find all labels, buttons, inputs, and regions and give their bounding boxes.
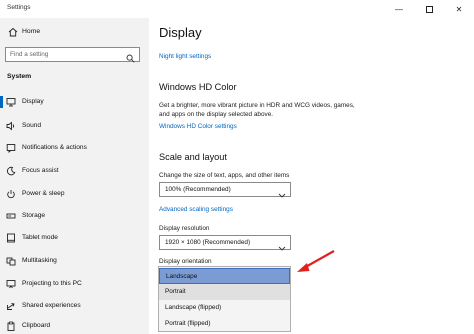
orientation-option-portrait[interactable]: Portrait (159, 284, 290, 300)
clipboard-icon (6, 321, 16, 331)
sidebar-item-label: Clipboard (22, 322, 51, 329)
orientation-option-label: Portrait (flipped) (165, 320, 211, 327)
window-title: Settings (7, 4, 31, 11)
page-title: Display (159, 25, 202, 40)
sidebar-item-storage[interactable]: Storage (0, 206, 149, 226)
sidebar-item-tablet-mode[interactable]: Tablet mode (0, 228, 149, 248)
resolution-dropdown[interactable]: 1920 × 1080 (Recommended) (159, 235, 291, 251)
moon-icon (6, 166, 16, 176)
sidebar-item-label: Storage (22, 212, 46, 219)
scale-dropdown-value: 100% (Recommended) (165, 186, 231, 193)
hd-color-settings-link[interactable]: Windows HD Color settings (159, 123, 237, 130)
sidebar-item-display[interactable]: Display (0, 92, 149, 112)
sidebar-item-sound[interactable]: Sound (0, 116, 149, 136)
sidebar-item-label: Display (22, 98, 44, 105)
close-icon: ✕ (455, 4, 463, 14)
tablet-icon (6, 233, 16, 243)
sidebar-item-projecting[interactable]: Projecting to this PC (0, 274, 149, 294)
resolution-dropdown-value: 1920 × 1080 (Recommended) (165, 239, 251, 246)
orientation-option-landscape-flipped[interactable]: Landscape (flipped) (159, 300, 290, 316)
annotation-arrow-icon (297, 250, 335, 272)
sidebar-item-focus-assist[interactable]: Focus assist (0, 161, 149, 181)
resolution-label: Display resolution (159, 225, 210, 232)
chevron-down-icon (278, 239, 286, 251)
sidebar-home[interactable]: Home (0, 25, 149, 39)
sidebar-section-title: System (7, 73, 32, 80)
speaker-icon (6, 121, 16, 131)
sidebar-item-power-sleep[interactable]: Power & sleep (0, 184, 149, 204)
sidebar-item-label: Sound (22, 122, 42, 129)
notification-icon (6, 143, 16, 153)
sidebar-item-label: Focus assist (22, 167, 59, 174)
storage-icon (6, 211, 16, 221)
home-icon (8, 27, 18, 37)
monitor-icon (6, 97, 16, 107)
sidebar-item-label: Power & sleep (22, 190, 65, 197)
orientation-option-portrait-flipped[interactable]: Portrait (flipped) (159, 316, 290, 332)
sidebar-item-label: Shared experiences (22, 302, 81, 309)
minimize-icon: — (395, 4, 403, 14)
section-heading-scale-layout: Scale and layout (159, 152, 227, 162)
orientation-option-label: Landscape (flipped) (165, 304, 222, 311)
search-input[interactable]: Find a setting (5, 47, 140, 63)
sidebar: Home Find a setting System Display Sound… (0, 18, 149, 334)
scale-dropdown[interactable]: 100% (Recommended) (159, 182, 291, 198)
sidebar-item-clipboard[interactable]: Clipboard (0, 316, 149, 334)
maximize-button[interactable] (418, 0, 440, 18)
size-label: Change the size of text, apps, and other… (159, 172, 290, 179)
sidebar-item-notifications[interactable]: Notifications & actions (0, 138, 149, 158)
search-icon[interactable] (126, 50, 135, 63)
section-heading-hd-color: Windows HD Color (159, 82, 237, 92)
orientation-option-landscape[interactable]: Landscape (159, 268, 290, 284)
multitasking-icon (6, 256, 16, 266)
sidebar-item-shared-experiences[interactable]: Shared experiences (0, 296, 149, 316)
sidebar-item-label: Tablet mode (22, 234, 58, 241)
sidebar-item-multitasking[interactable]: Multitasking (0, 251, 149, 271)
sidebar-item-label: Notifications & actions (22, 144, 87, 151)
maximize-icon (425, 5, 433, 13)
chevron-down-icon (278, 186, 286, 198)
night-light-settings-link[interactable]: Night light settings (159, 53, 211, 60)
shared-experiences-icon (6, 301, 16, 311)
active-indicator (0, 96, 3, 108)
advanced-scaling-link[interactable]: Advanced scaling settings (159, 206, 233, 213)
orientation-dropdown-list[interactable]: Landscape Portrait Landscape (flipped) P… (158, 266, 291, 332)
sidebar-item-label: Projecting to this PC (22, 280, 82, 287)
search-placeholder: Find a setting (10, 51, 49, 58)
hd-color-description-line2: and apps on the display selected above. (159, 111, 274, 118)
power-icon (6, 189, 16, 199)
sidebar-home-label: Home (22, 28, 41, 35)
projector-icon (6, 279, 16, 289)
orientation-option-label: Portrait (165, 288, 186, 295)
close-button[interactable]: ✕ (448, 0, 470, 18)
minimize-button[interactable]: — (388, 0, 410, 18)
title-bar: Settings — ✕ (0, 0, 474, 18)
orientation-option-label: Landscape (166, 273, 198, 280)
sidebar-item-label: Multitasking (22, 257, 57, 264)
